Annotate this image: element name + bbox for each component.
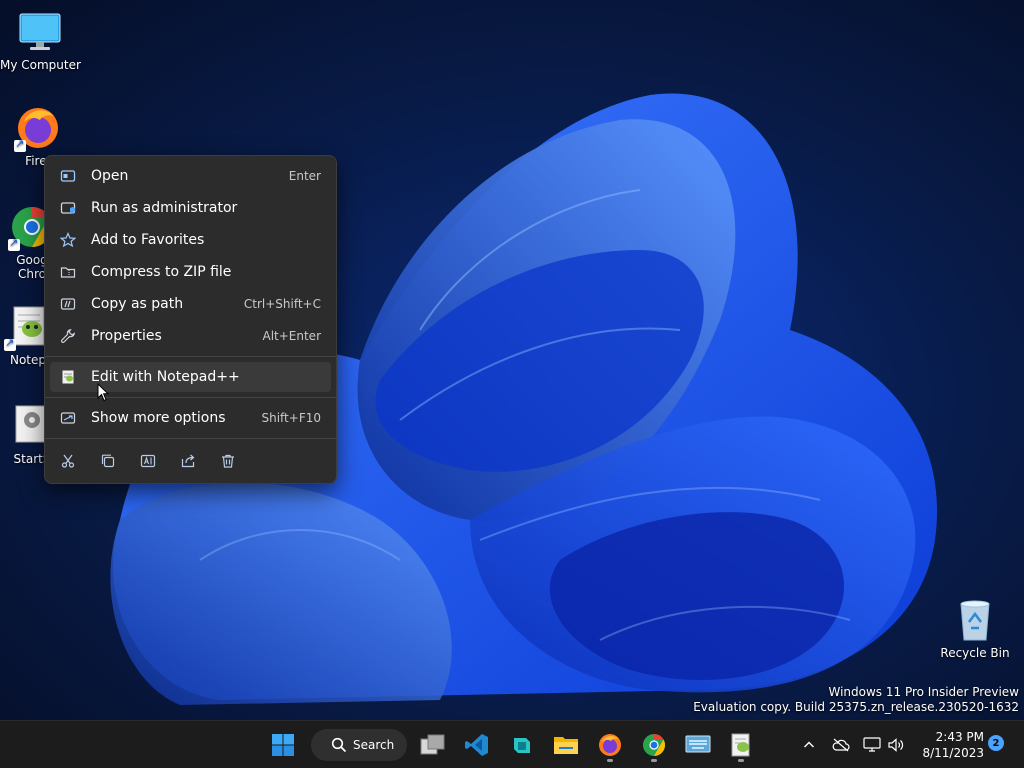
share-button[interactable] xyxy=(174,447,202,475)
menu-item-run-as-administrator[interactable]: Run as administrator xyxy=(50,193,331,223)
task-view-icon xyxy=(420,734,445,755)
menu-item-show-more-options[interactable]: Show more options Shift+F10 xyxy=(50,403,331,433)
cut-button[interactable] xyxy=(54,447,82,475)
taskbar-app-notepadpp[interactable] xyxy=(723,727,759,763)
menu-item-add-to-favorites[interactable]: Add to Favorites xyxy=(50,225,331,255)
show-hidden-icons-button[interactable] xyxy=(798,734,820,756)
menu-item-copy-as-path[interactable]: Copy as path Ctrl+Shift+C xyxy=(50,289,331,319)
start-icon xyxy=(272,734,294,756)
cut-icon xyxy=(61,454,75,468)
open-icon xyxy=(59,167,77,185)
clock-date: 8/11/2023 xyxy=(922,746,984,760)
file-explorer-icon xyxy=(554,737,578,754)
volume-tray-button[interactable] xyxy=(885,734,907,756)
taskbar-app-firefox[interactable] xyxy=(592,727,628,763)
notification-badge[interactable]: 2 xyxy=(988,735,1004,751)
cloud-offline-icon xyxy=(832,738,850,752)
wrench-icon xyxy=(59,327,77,345)
shield-admin-icon xyxy=(59,199,77,217)
rename-button[interactable] xyxy=(134,447,162,475)
vscode-icon xyxy=(465,734,488,756)
search-label: Search xyxy=(353,738,395,752)
notepadpp-icon xyxy=(59,368,77,386)
speaker-icon xyxy=(888,738,904,752)
taskbar-app-file-explorer[interactable] xyxy=(548,727,584,763)
firefox-icon xyxy=(14,104,62,152)
delete-button[interactable] xyxy=(214,447,242,475)
notepadpp-icon xyxy=(731,733,750,757)
taskbar-clock[interactable]: 2:43 PM 8/11/2023 xyxy=(914,729,984,761)
clock-time: 2:43 PM xyxy=(935,730,984,744)
context-menu: Open Enter Run as administrator Add to F… xyxy=(44,155,337,484)
desktop-icon-my-computer[interactable]: My Computer xyxy=(0,8,81,72)
taskbar-app-touch-keyboard[interactable] xyxy=(680,727,716,763)
taskbar-search-button[interactable]: Search xyxy=(311,729,407,761)
taskbar: Search 2:43 PM 8/11/2023 xyxy=(0,720,1024,768)
taskbar-app-vscode[interactable] xyxy=(459,727,495,763)
delete-icon xyxy=(222,454,234,468)
menu-item-properties[interactable]: Properties Alt+Enter xyxy=(50,321,331,351)
zip-icon xyxy=(59,263,77,281)
onedrive-tray-button[interactable] xyxy=(830,734,852,756)
menu-separator xyxy=(45,438,336,439)
shortcut-arrow-icon xyxy=(14,137,26,152)
search-icon xyxy=(331,737,347,753)
desktop-icon-label: Recycle Bin xyxy=(940,646,1010,660)
chevron-up-icon xyxy=(804,741,814,748)
start-button[interactable] xyxy=(265,727,301,763)
menu-item-edit-with-notepadpp[interactable]: Edit with Notepad++ xyxy=(50,362,331,392)
taskbar-app-chrome[interactable] xyxy=(636,727,672,763)
desktop-icon-recycle-bin[interactable]: Recycle Bin xyxy=(935,596,1015,660)
copy-path-icon xyxy=(59,295,77,313)
rename-icon xyxy=(140,454,156,468)
menu-item-compress-to-zip[interactable]: Compress to ZIP file xyxy=(50,257,331,287)
desktop-icon-label: My Computer xyxy=(0,58,81,72)
shortcut-arrow-icon xyxy=(8,236,20,251)
watermark-build: Evaluation copy. Build 25375.zn_release.… xyxy=(693,700,1019,714)
mouse-cursor-icon xyxy=(97,383,109,402)
running-indicator xyxy=(607,759,613,762)
running-indicator xyxy=(651,759,657,762)
firefox-icon xyxy=(599,734,621,756)
menu-item-open[interactable]: Open Enter xyxy=(50,161,331,191)
network-icon xyxy=(863,737,881,752)
evaluation-watermark: Windows 11 Pro Insider Preview Evaluatio… xyxy=(693,685,1019,715)
copy-button[interactable] xyxy=(94,447,122,475)
monitor-icon xyxy=(16,8,64,56)
app-icon xyxy=(514,738,530,753)
watermark-edition: Windows 11 Pro Insider Preview xyxy=(828,685,1019,699)
menu-separator xyxy=(45,397,336,398)
touch-keyboard-icon xyxy=(685,735,711,753)
running-indicator xyxy=(738,759,744,762)
recycle-bin-icon xyxy=(951,596,999,644)
taskbar-app[interactable] xyxy=(504,727,540,763)
chrome-icon xyxy=(643,734,665,756)
share-icon xyxy=(181,454,195,468)
shortcut-arrow-icon xyxy=(4,336,16,351)
network-tray-button[interactable] xyxy=(861,734,883,756)
star-icon xyxy=(59,231,77,249)
copy-icon xyxy=(101,454,115,468)
more-options-icon xyxy=(59,409,77,427)
menu-separator xyxy=(45,356,336,357)
task-view-button[interactable] xyxy=(415,727,451,763)
